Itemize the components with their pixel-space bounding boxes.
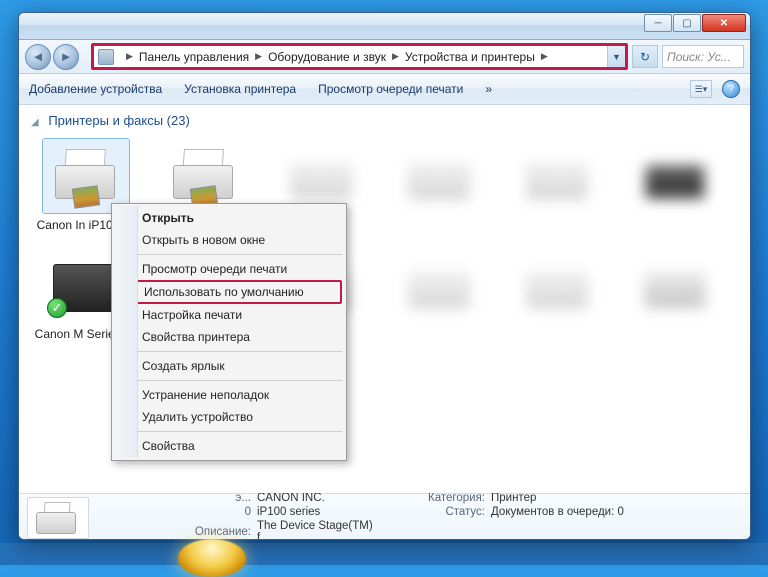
minimize-button[interactable]: ─ [644,14,672,32]
details-grid: э... CANON INC. Категория: Принтер 0 iP1… [101,492,651,541]
toolbar-overflow[interactable]: » [485,82,492,96]
ctx-set-default[interactable]: Использовать по умолчанию [116,280,342,304]
install-printer-button[interactable]: Установка принтера [184,82,296,96]
crumb-control-panel[interactable]: Панель управления [139,50,249,64]
ctx-troubleshoot[interactable]: Устранение неполадок [114,384,344,406]
nav-back-button[interactable]: ◄ [25,44,51,70]
start-orb-glow [178,539,246,577]
context-menu-gutter [114,206,138,458]
search-placeholder: Поиск: Ус... [667,50,731,64]
address-dropdown[interactable]: ▼ [607,46,625,67]
details-name-trunc: э... [101,492,251,504]
lbl-status: Статус: [393,506,485,518]
context-menu: Открыть Открыть в новом окне Просмотр оч… [111,203,347,461]
section-title: Принтеры и факсы [48,113,163,128]
ctx-properties[interactable]: Свойства [114,435,344,457]
device-item[interactable] [381,247,499,342]
ctx-remove-device[interactable]: Удалить устройство [114,406,344,428]
ctx-printing-preferences[interactable]: Настройка печати [114,304,344,326]
lbl-category: Категория: [393,492,485,504]
collapse-icon: ◢ [31,117,39,128]
taskbar [0,543,768,565]
help-icon[interactable]: ? [722,80,740,98]
address-bar-highlight: ▶ Панель управления ▶ Оборудование и зву… [91,43,628,70]
crumb-hardware-sound[interactable]: Оборудование и звук [268,50,386,64]
view-options-button[interactable]: ☰▾ [690,80,712,98]
content-area: ◢ Принтеры и факсы (23) Canon In iP100 s… [19,105,750,493]
device-item[interactable] [617,247,735,342]
refresh-button[interactable]: ↻ [632,45,658,68]
details-description: The Device Stage(TM) f... [257,520,387,541]
separator [116,254,342,255]
details-manufacturer: CANON INC. [257,492,387,504]
lbl-description: Описание: [101,526,251,538]
titlebar: ─ ▢ ✕ [19,13,750,40]
chevron-right-icon: ▶ [535,51,554,62]
details-thumbnail [27,497,89,539]
ctx-view-queue[interactable]: Просмотр очереди печати [114,258,344,280]
section-header[interactable]: ◢ Принтеры и факсы (23) [19,105,750,130]
close-button[interactable]: ✕ [702,14,746,32]
address-bar[interactable]: ▶ Панель управления ▶ Оборудование и зву… [94,46,607,67]
maximize-button[interactable]: ▢ [673,14,701,32]
chevron-right-icon: ▶ [120,51,139,62]
command-bar: Добавление устройства Установка принтера… [19,74,750,105]
control-panel-icon [98,49,114,65]
separator [116,351,342,352]
chevron-right-icon: ▶ [386,51,405,62]
nav-forward-button[interactable]: ► [53,44,79,70]
explorer-window: ─ ▢ ✕ ◄ ► ▶ Панель управления ▶ Оборудов… [18,12,751,540]
device-item[interactable] [499,247,617,342]
device-item[interactable] [381,138,499,233]
device-item[interactable] [499,138,617,233]
ctx-create-shortcut[interactable]: Создать ярлык [114,355,344,377]
details-status: Документов в очереди: 0 [491,506,651,518]
details-pane: э... CANON INC. Категория: Принтер 0 iP1… [19,493,750,540]
section-count: (23) [167,113,190,128]
details-model: iP100 series [257,506,387,518]
ctx-open[interactable]: Открыть [114,207,344,229]
crumb-devices-printers[interactable]: Устройства и принтеры [405,50,535,64]
details-category: Принтер [491,492,651,504]
search-input[interactable]: Поиск: Ус... [662,45,744,68]
separator [116,380,342,381]
add-device-button[interactable]: Добавление устройства [29,82,162,96]
ctx-printer-properties[interactable]: Свойства принтера [114,326,344,348]
separator [116,431,342,432]
default-check-icon: ✓ [47,298,67,318]
ctx-open-new-window[interactable]: Открыть в новом окне [114,229,344,251]
chevron-right-icon: ▶ [249,51,268,62]
details-model-trunc: 0 [101,506,251,518]
view-print-queue-button[interactable]: Просмотр очереди печати [318,82,463,96]
device-item[interactable] [617,138,735,233]
nav-bar: ◄ ► ▶ Панель управления ▶ Оборудование и… [19,40,750,74]
